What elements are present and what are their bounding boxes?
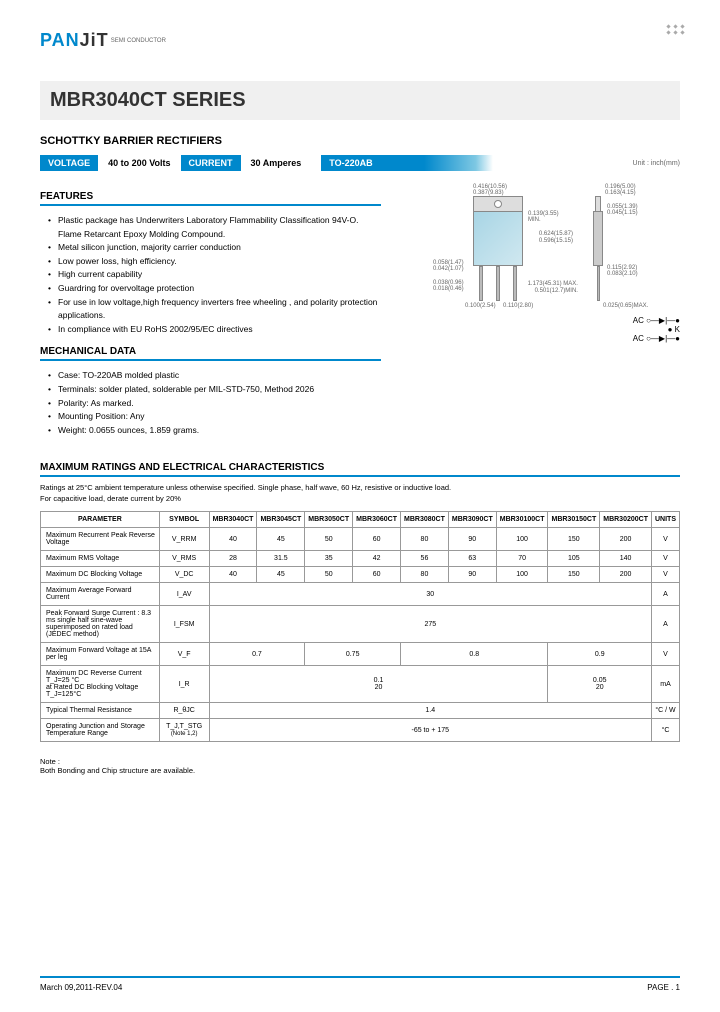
th: MBR30200CT <box>600 512 652 528</box>
table-row: Maximum DC Reverse Current T_J=25 °C at … <box>41 666 680 703</box>
th: MBR3045CT <box>257 512 305 528</box>
table-row: Typical Thermal ResistanceR_θJC1.4°C / W <box>41 703 680 719</box>
current-badge: CURRENT <box>181 155 241 171</box>
th: MBR30100CT <box>496 512 548 528</box>
mechanical-item: Polarity: As marked. <box>48 397 381 411</box>
footer-date: March 09,2011-REV.04 <box>40 983 122 992</box>
ratings-heading: MAXIMUM RATINGS AND ELECTRICAL CHARACTER… <box>40 462 680 477</box>
page-title: MBR3040CT SERIES <box>40 89 680 112</box>
feature-item: Low power loss, high efficiency. <box>48 255 381 269</box>
mechanical-item: Mounting Position: Any <box>48 410 381 424</box>
dim-label: 1.173(45.31) MAX. <box>528 281 578 287</box>
features-list: Plastic package has Underwriters Laborat… <box>40 214 381 336</box>
dim-label: 0.139(3.55) MIN. <box>528 211 559 223</box>
dim-label: 0.501(12.7)MIN. <box>535 288 578 294</box>
package-side-view: 0.196(5.00) 0.163(4.15) 0.055(1.39) 0.04… <box>593 196 603 301</box>
feature-item: Plastic package has Underwriters Laborat… <box>48 214 381 241</box>
dim-label: 0.100(2.54) <box>465 303 496 309</box>
circuit-symbol: AC ○—▶|—● ● K AC ○—▶|—● <box>396 316 680 343</box>
table-header-row: PARAMETER SYMBOL MBR3040CT MBR3045CT MBR… <box>41 512 680 528</box>
voltage-badge: VOLTAGE <box>40 155 98 171</box>
dim-label: 0.596(15.15) <box>539 238 573 244</box>
dim-label: 0.018(0.46) <box>433 286 464 292</box>
logo-subtitle: SEMI CONDUCTOR <box>111 38 166 44</box>
title-bar: MBR3040CT SERIES <box>40 81 680 120</box>
table-row: Maximum Forward Voltage at 15A per legV_… <box>41 643 680 666</box>
feature-item: In compliance with EU RoHS 2002/95/EC di… <box>48 323 381 337</box>
features-heading: FEATURES <box>40 191 381 206</box>
footer-page: PAGE . 1 <box>647 983 680 992</box>
spec-row: VOLTAGE 40 to 200 Volts CURRENT 30 Amper… <box>40 155 680 171</box>
dim-label: 0.110(2.80) <box>503 303 533 309</box>
th: UNITS <box>651 512 679 528</box>
dim-label: 0.042(1.07) <box>433 266 464 272</box>
th: MBR3040CT <box>209 512 257 528</box>
th: SYMBOL <box>159 512 209 528</box>
feature-item: Metal silicon junction, majority carrier… <box>48 241 381 255</box>
voltage-value: 40 to 200 Volts <box>108 158 170 168</box>
note-label: Note : <box>40 757 680 766</box>
ratings-table: PARAMETER SYMBOL MBR3040CT MBR3045CT MBR… <box>40 511 680 742</box>
table-row: Maximum Recurrent Peak Reverse VoltageV_… <box>41 528 680 551</box>
th: MBR3080CT <box>401 512 449 528</box>
feature-item: Guardring for overvoltage protection <box>48 282 381 296</box>
mechanical-heading: MECHANICAL DATA <box>40 346 381 361</box>
feature-item: For use in low voltage,high frequency in… <box>48 296 381 323</box>
dim-label: 0.624(15.87) <box>539 231 573 237</box>
current-value: 30 Amperes <box>251 158 302 168</box>
dim-label: 0.045(1.15) <box>607 210 638 216</box>
mechanical-item: Case: TO-220AB molded plastic <box>48 369 381 383</box>
table-row: Maximum RMS VoltageV_RMS2831.53542566370… <box>41 551 680 567</box>
th: PARAMETER <box>41 512 160 528</box>
th: MBR3050CT <box>305 512 353 528</box>
feature-item: High current capability <box>48 268 381 282</box>
dim-label: 0.083(2.10) <box>607 271 638 277</box>
package-diagram: 0.416(10.56) 0.387(9.83) 0.139(3.55) MIN… <box>396 186 680 447</box>
th: MBR3060CT <box>353 512 401 528</box>
table-row: Peak Forward Surge Current : 8.3 ms sing… <box>41 606 680 643</box>
ratings-sub2: For capacitive load, derate current by 2… <box>40 494 680 503</box>
footer: March 09,2011-REV.04 PAGE . 1 <box>40 976 680 992</box>
package-front-view: 0.416(10.56) 0.387(9.83) 0.139(3.55) MIN… <box>473 196 523 301</box>
subtitle: SCHOTTKY BARRIER RECTIFIERS <box>40 135 680 147</box>
ratings-sub1: Ratings at 25°C ambient temperature unle… <box>40 483 680 492</box>
unit-text: Unit : inch(mm) <box>633 160 680 167</box>
note-text: Both Bonding and Chip structure are avai… <box>40 766 680 775</box>
th: MBR3090CT <box>448 512 496 528</box>
table-row: Maximum DC Blocking VoltageV_DC404550608… <box>41 567 680 583</box>
note-section: Note : Both Bonding and Chip structure a… <box>40 757 680 775</box>
corner-decoration <box>667 25 685 34</box>
mechanical-item: Terminals: solder plated, solderable per… <box>48 383 381 397</box>
package-badge: TO-220AB <box>321 155 492 171</box>
mechanical-item: Weight: 0.0655 ounces, 1.859 grams. <box>48 424 381 438</box>
dim-label: 0.025(0.65)MAX. <box>603 303 648 309</box>
table-row: Operating Junction and Storage Temperatu… <box>41 719 680 742</box>
logo: PANJiT SEMI CONDUCTOR <box>40 30 680 51</box>
logo-text: PANJiT <box>40 30 109 51</box>
th: MBR30150CT <box>548 512 600 528</box>
table-row: Maximum Average Forward CurrentI_AV30A <box>41 583 680 606</box>
mechanical-list: Case: TO-220AB molded plastic Terminals:… <box>40 369 381 437</box>
dim-label: 0.163(4.15) <box>605 190 636 196</box>
